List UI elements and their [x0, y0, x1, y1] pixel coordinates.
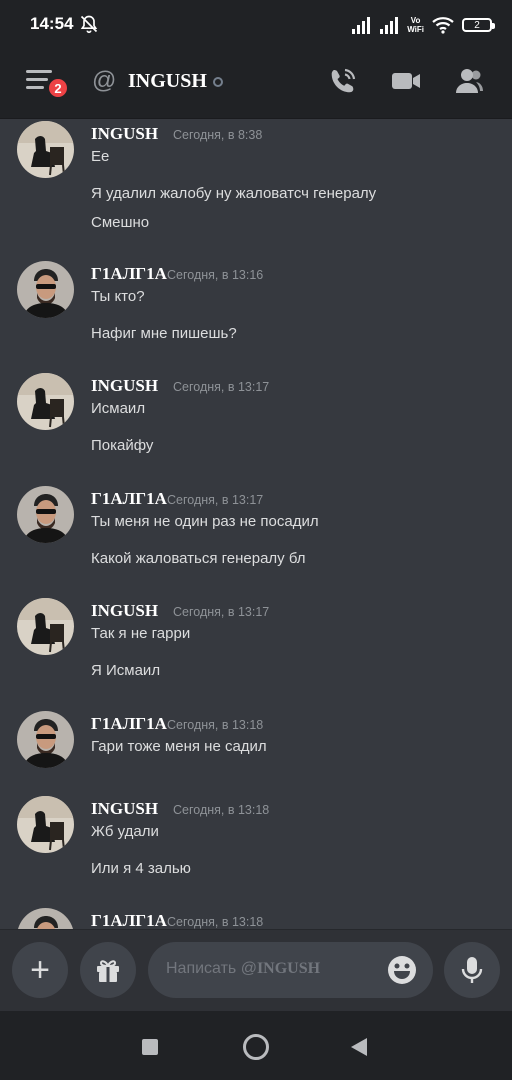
- attach-button[interactable]: +: [12, 942, 68, 998]
- phone-call-icon[interactable]: [328, 66, 358, 96]
- message-author[interactable]: INGUSH: [91, 799, 158, 819]
- message-group[interactable]: Г1АЛГ1А Сегодня, в 13:16 Ты кто? Нафиг м…: [0, 259, 512, 372]
- message-text: Какой жаловаться генералу бл: [91, 549, 306, 567]
- gift-icon: [97, 960, 119, 982]
- message-list[interactable]: INGUSH Сегодня, в 8:38 Ее Я удалил жалоб…: [0, 119, 512, 929]
- message-group[interactable]: Г1АЛГ1А Сегодня, в 13:18 Гари тоже меня …: [0, 709, 512, 794]
- message-text: Ты кто?: [91, 287, 145, 305]
- members-icon[interactable]: [454, 66, 484, 96]
- message-text: Так я не гарри: [91, 625, 191, 642]
- message-author[interactable]: Г1АЛГ1А: [91, 911, 167, 929]
- message-author[interactable]: INGUSH: [91, 376, 158, 396]
- message-group[interactable]: INGUSH Сегодня, в 8:38 Ее Я удалил жалоб…: [0, 119, 512, 232]
- message-author[interactable]: Г1АЛГ1А: [91, 714, 167, 734]
- message-timestamp: Сегодня, в 13:17: [173, 380, 270, 394]
- message-text: Нафиг мне пишешь?: [91, 324, 237, 342]
- message-timestamp: Сегодня, в 13:18: [173, 802, 270, 817]
- message-author[interactable]: Г1АЛГ1А: [91, 489, 167, 509]
- avatar[interactable]: [17, 795, 74, 853]
- channel-header: 2 @ INGUSH: [0, 50, 512, 119]
- message-text: Или я 4 залью: [91, 859, 191, 877]
- microphone-icon: [461, 957, 483, 983]
- signal-icon: [380, 17, 399, 34]
- message-author[interactable]: Г1АЛГ1А: [91, 264, 167, 284]
- message-text: Исмаил: [91, 400, 146, 417]
- nav-home-icon[interactable]: [243, 1034, 269, 1060]
- wifi-icon: [432, 17, 454, 34]
- signal-icon: [352, 17, 371, 34]
- message-author[interactable]: INGUSH: [91, 601, 158, 621]
- avatar[interactable]: [17, 908, 74, 929]
- at-icon: @: [92, 67, 117, 94]
- message-text: Покайфу: [91, 437, 154, 454]
- message-group[interactable]: Г1АЛГ1А Сегодня, в 13:18: [0, 906, 512, 929]
- notification-badge: 2: [46, 76, 70, 100]
- video-call-icon[interactable]: [391, 66, 421, 96]
- bell-off-icon: [80, 15, 98, 34]
- message-input[interactable]: Написать @INGUSH: [148, 942, 433, 998]
- message-input-placeholder: Написать @INGUSH: [166, 960, 321, 977]
- gift-button[interactable]: [80, 942, 136, 998]
- message-author[interactable]: INGUSH: [91, 124, 158, 144]
- system-nav-bar: [0, 1011, 512, 1080]
- vowifi-label: Vo WiFi: [407, 16, 424, 34]
- status-bar: 14:54 Vo WiFi 2: [0, 0, 512, 50]
- message-timestamp: Сегодня, в 13:16: [167, 267, 264, 282]
- message-text: Смешно: [91, 214, 150, 231]
- plus-icon: +: [30, 951, 50, 989]
- nav-recents-icon[interactable]: [142, 1039, 158, 1055]
- nav-back-icon[interactable]: [350, 1037, 368, 1057]
- avatar[interactable]: [17, 121, 74, 178]
- avatar[interactable]: [17, 260, 74, 318]
- battery-indicator: 2: [462, 18, 495, 32]
- message-timestamp: Сегодня, в 8:38: [173, 128, 263, 142]
- message-group[interactable]: Г1АЛГ1А Сегодня, в 13:17 Ты меня не один…: [0, 484, 512, 597]
- message-text: Гари тоже меня не садил: [91, 737, 267, 755]
- message-text: Я Исмаил: [91, 662, 161, 679]
- message-timestamp: Сегодня, в 13:18: [167, 717, 264, 732]
- voice-message-button[interactable]: [444, 942, 500, 998]
- message-timestamp: Сегодня, в 13:17: [173, 605, 270, 619]
- message-group[interactable]: INGUSH Сегодня, в 13:18 Жб удали Или я 4…: [0, 794, 512, 907]
- message-text: Ее: [91, 148, 110, 165]
- emoji-icon[interactable]: [387, 955, 417, 985]
- message-timestamp: Сегодня, в 13:18: [167, 915, 264, 929]
- message-text: Ты меня не один раз не посадил: [91, 512, 319, 530]
- avatar[interactable]: [17, 373, 74, 430]
- message-text: Жб удали: [91, 822, 159, 840]
- status-icons: Vo WiFi 2: [351, 13, 495, 37]
- message-group[interactable]: INGUSH Сегодня, в 13:17 Исмаил Покайфу: [0, 371, 512, 484]
- channel-title[interactable]: INGUSH: [128, 70, 207, 93]
- message-composer: + Написать @INGUSH: [0, 929, 512, 1012]
- avatar[interactable]: [17, 598, 74, 655]
- avatar[interactable]: [17, 710, 74, 768]
- avatar[interactable]: [17, 485, 74, 543]
- offline-status-icon: [213, 77, 223, 87]
- message-timestamp: Сегодня, в 13:17: [167, 492, 264, 507]
- status-time: 14:54: [30, 14, 74, 33]
- message-text: Я удалил жалобу ну жаловатсч генералу: [91, 185, 377, 202]
- message-group[interactable]: INGUSH Сегодня, в 13:17 Так я не гарри Я…: [0, 596, 512, 709]
